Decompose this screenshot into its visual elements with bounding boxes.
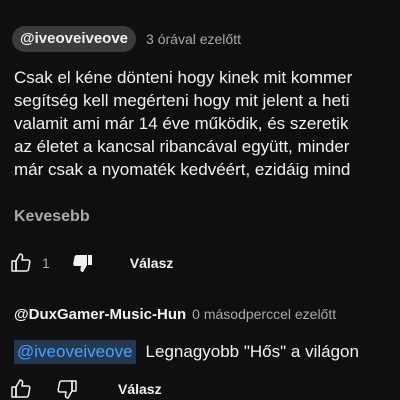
comment-actions: 1 Válasz <box>0 248 400 278</box>
like-count: 1 <box>42 255 50 271</box>
author-handle[interactable]: @DuxGamer-Music-Hun <box>14 306 186 323</box>
reply-header: @DuxGamer-Music-Hun 0 másodperccel ezelő… <box>14 306 336 323</box>
comment-actions: Válasz <box>0 374 400 400</box>
like-button[interactable] <box>6 374 36 400</box>
comment-text-line: az életet a kancsal ribancával együtt, m… <box>14 137 350 156</box>
comment-text-line: valamit ami már 14 éve működik, és szere… <box>14 114 349 133</box>
comment-text: Csak el kéne dönteni hogy kinek mit komm… <box>14 66 400 181</box>
comment-thread: @iveoveiveove 3 órával ezelőtt Csak el k… <box>0 0 400 400</box>
thumbs-down-filled-icon <box>72 255 92 272</box>
dislike-button[interactable] <box>52 374 82 400</box>
thumbs-up-icon <box>11 253 31 272</box>
comment-timestamp[interactable]: 3 órával ezelőtt <box>146 31 241 47</box>
mention-link[interactable]: @iveoveiveove <box>14 340 136 364</box>
show-less-button[interactable]: Kevesebb <box>14 208 90 226</box>
thumbs-up-icon <box>11 379 31 398</box>
reply-button[interactable]: Válasz <box>118 381 162 397</box>
comment-text-line: Csak el kéne dönteni hogy kinek mit komm… <box>14 68 353 87</box>
reply-button[interactable]: Válasz <box>130 255 174 271</box>
comment-text-content: Legnagyobb "Hős" a világon <box>145 342 359 361</box>
thumbs-down-icon <box>57 380 77 399</box>
comment-text: @iveoveiveove Legnagyobb "Hős" a világon <box>14 340 359 364</box>
like-button[interactable] <box>6 248 36 278</box>
comment-header: @iveoveiveove 3 órával ezelőtt <box>12 26 241 52</box>
dislike-button[interactable] <box>68 248 98 278</box>
comment-text-line: már csak a nyomaték kedvéért, ezidáig mi… <box>14 160 351 179</box>
author-handle[interactable]: @iveoveiveove <box>12 26 137 52</box>
comment-text-line: segítség kell megérteni hogy mit jelent … <box>14 91 350 110</box>
comment-timestamp[interactable]: 0 másodperccel ezelőtt <box>192 306 336 322</box>
